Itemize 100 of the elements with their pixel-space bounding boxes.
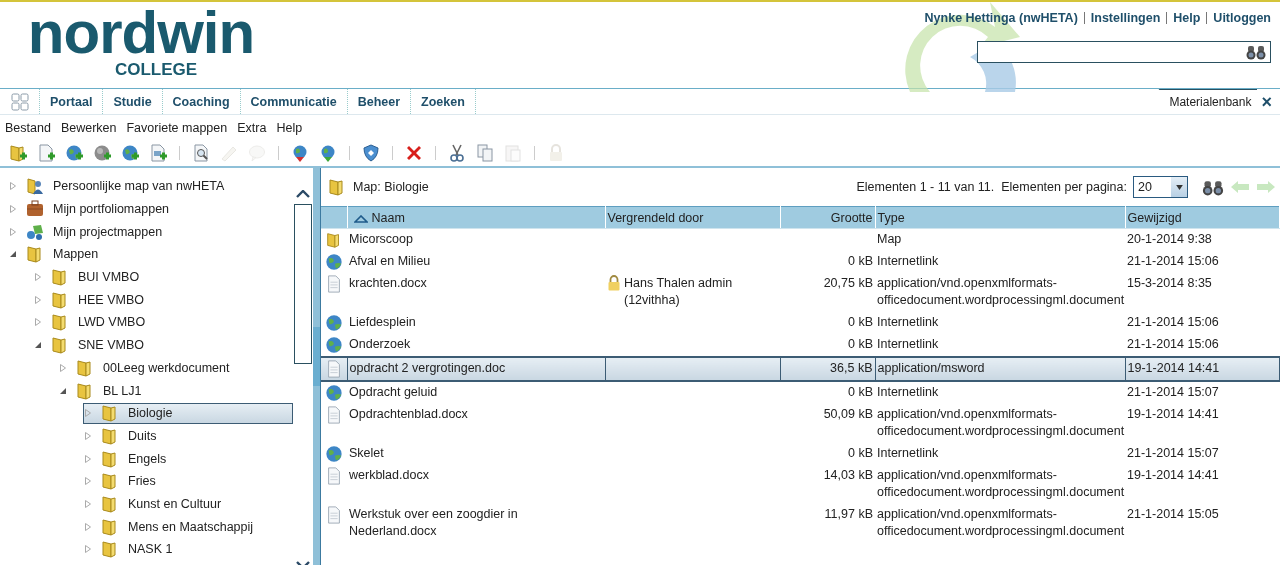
expander-icon[interactable]	[34, 341, 42, 350]
previous-page-icon[interactable]	[1230, 180, 1250, 194]
tree-item[interactable]: HEE VMBO	[33, 289, 293, 311]
tree-item[interactable]: Mijn projectmappen	[8, 221, 293, 243]
column-header[interactable]: Gewijzigd	[1125, 206, 1280, 229]
header-link[interactable]: Uitloggen	[1213, 11, 1271, 25]
menu-item[interactable]: Favoriete mappen	[122, 120, 234, 135]
file-name: Liefdesplein	[348, 314, 417, 331]
expander-icon[interactable]	[59, 386, 67, 395]
tree-item[interactable]: Kunst en Cultuur	[83, 493, 293, 515]
file-type: application/vnd.openxmlformats-officedocument.wordprocessingml.document	[876, 275, 1125, 309]
file-row[interactable]: krachten.docx Hans Thalen admin (12vithha) 20,75 kB application/vnd.openxmlformats-officedocument.wordprocessingml.document 15-3-2014 8:35	[321, 273, 1280, 312]
tree-item[interactable]: 00Leeg werkdocument	[58, 357, 293, 379]
tree-item[interactable]: Biologie	[83, 402, 293, 424]
tree-item[interactable]: SNE VMBO	[33, 334, 293, 356]
expander-icon[interactable]	[9, 250, 17, 259]
header-link[interactable]: Instellingen	[1090, 11, 1161, 25]
file-type: application/vnd.openxmlformats-officedocument.wordprocessingml.document	[876, 506, 1125, 540]
nav-tab[interactable]: Communicatie	[240, 89, 348, 114]
document-icon	[325, 506, 343, 524]
file-size: 0 kB	[848, 446, 873, 460]
tree-item[interactable]: Engels	[83, 448, 293, 470]
modified-date: 19-1-2014 14:41	[1125, 465, 1280, 504]
logo-subtitle: COLLEGE	[114, 60, 198, 80]
globe-icon	[325, 384, 343, 402]
modified-date: 21-1-2014 15:07	[1125, 381, 1280, 404]
binoculars-icon[interactable]	[1202, 178, 1224, 196]
file-size: 14,03 kB	[823, 468, 873, 482]
globe-icon	[325, 445, 343, 463]
tree-item[interactable]: Mappen	[8, 243, 293, 265]
document-icon	[325, 406, 343, 424]
nav-tab[interactable]: Coaching	[162, 89, 241, 114]
modified-date: 21-1-2014 15:06	[1126, 253, 1220, 270]
file-row[interactable]: opdracht 2 vergrotingen.doc 36,5 kB application/msword 19-1-2014 14:41	[321, 357, 1280, 381]
file-name: opdracht 2 vergrotingen.doc	[347, 357, 605, 381]
file-row[interactable]: Opdrachtenblad.docx 50,09 kB application/vnd.openxmlformats-officedocument.wordprocessingml.document 19-1-2014 14:41	[321, 404, 1280, 443]
tree-item[interactable]: BUI VMBO	[33, 266, 293, 288]
scrollbar-thumb[interactable]	[294, 204, 312, 364]
nav-tab[interactable]: Studie	[103, 89, 163, 114]
modified-date: 20-1-2014 9:38	[1125, 228, 1280, 251]
header-link[interactable]: Nynke Hettinga (nwHETA)	[924, 11, 1078, 25]
column-header[interactable]: Grootte	[780, 206, 875, 229]
caret-icon[interactable]	[1175, 184, 1183, 190]
file-type: Map	[875, 228, 1125, 251]
file-row[interactable]: Liefdesplein 0 kB Internetlink 21-1-2014 15:06	[321, 312, 1280, 334]
header-link[interactable]: Help	[1173, 11, 1201, 25]
tree-item[interactable]: BL LJ1	[58, 380, 293, 402]
binoculars-icon[interactable]	[1246, 44, 1266, 60]
file-type: Internetlink	[876, 253, 940, 270]
file-size: 0 kB	[848, 385, 873, 399]
tree-item[interactable]: NASK 1	[83, 538, 293, 560]
modified-date: 15-3-2014 8:35	[1125, 273, 1280, 312]
scroll-up-icon[interactable]	[296, 190, 310, 198]
globe-icon	[325, 314, 343, 332]
globe-icon	[325, 336, 343, 354]
modified-date: 19-1-2014 14:41	[1125, 357, 1280, 381]
file-row[interactable]: Onderzoek 0 kB Internetlink 21-1-2014 15:06	[321, 334, 1280, 357]
tree-item[interactable]: LWD VMBO	[33, 311, 293, 333]
column-header[interactable]: Naam	[347, 206, 605, 229]
file-name: werkblad.docx	[348, 467, 430, 484]
per-page-select[interactable]: 20	[1133, 176, 1188, 198]
search-field[interactable]	[977, 41, 1271, 63]
file-type: Internetlink	[876, 445, 940, 462]
file-row[interactable]: Micorscoop Map 20-1-2014 9:38	[321, 228, 1280, 251]
tree-item[interactable]: Fries	[83, 470, 293, 492]
nav-tab[interactable]: Portaal	[40, 89, 104, 114]
file-row[interactable]: Afval en Milieu 0 kB Internetlink 21-1-2014 15:06	[321, 251, 1280, 273]
next-page-icon[interactable]	[1256, 180, 1276, 194]
tree-item[interactable]: Mijn portfoliomappen	[8, 198, 293, 220]
padlock-icon	[607, 275, 621, 291]
person-folder-icon	[25, 176, 45, 197]
tree-item[interactable]: Persoonlijke map van nwHETA	[8, 175, 293, 197]
paging-summary: Elementen 1 - 11 van 11. Elementen per pagina:	[856, 180, 1127, 194]
logo-wordmark: nordwin	[27, 6, 255, 60]
nav-tab[interactable]: Beheer	[347, 89, 412, 114]
modified-date: 21-1-2014 15:07	[1126, 445, 1220, 462]
nav-tab[interactable]: Zoeken	[411, 89, 476, 114]
menu-item[interactable]: Bestand	[1, 120, 57, 135]
file-type: Internetlink	[875, 381, 1125, 404]
file-size: 0 kB	[848, 337, 873, 351]
modified-date: 21-1-2014 15:05	[1125, 504, 1280, 543]
close-button[interactable]: ×	[1257, 89, 1280, 114]
folder-title: Map: Biologie	[353, 180, 429, 194]
column-header[interactable]: Type	[875, 206, 1125, 229]
menu-item[interactable]: Extra	[233, 120, 273, 135]
file-row[interactable]: werkblad.docx 14,03 kB application/vnd.openxmlformats-officedocument.wordprocessingml.document 19-1-2014 14:41	[321, 465, 1280, 504]
file-size: 0 kB	[848, 254, 873, 268]
file-row[interactable]: Skelet 0 kB Internetlink 21-1-2014 15:07	[321, 443, 1280, 465]
tree-item[interactable]: Duits	[83, 425, 293, 447]
document-icon	[325, 467, 343, 485]
file-row[interactable]: Opdracht geluid 0 kB Internetlink 21-1-2014 15:07	[321, 381, 1280, 404]
document-icon	[325, 360, 343, 378]
document-icon	[325, 275, 343, 293]
menu-item[interactable]: Bewerken	[56, 120, 123, 135]
file-type: application/vnd.openxmlformats-officedocument.wordprocessingml.document	[876, 467, 1125, 501]
tree-item[interactable]: Mens en Maatschappij	[83, 516, 293, 538]
file-row[interactable]: Werkstuk over een zoogdier in Nederland.docx 11,97 kB application/vnd.openxmlformats-officedocument.wordprocessingml.document 21-1-2014 15:05	[321, 504, 1280, 543]
menu-item[interactable]: Help	[272, 120, 309, 135]
column-header[interactable]: Vergrendeld door	[605, 206, 780, 229]
file-size: 50,09 kB	[823, 407, 873, 421]
